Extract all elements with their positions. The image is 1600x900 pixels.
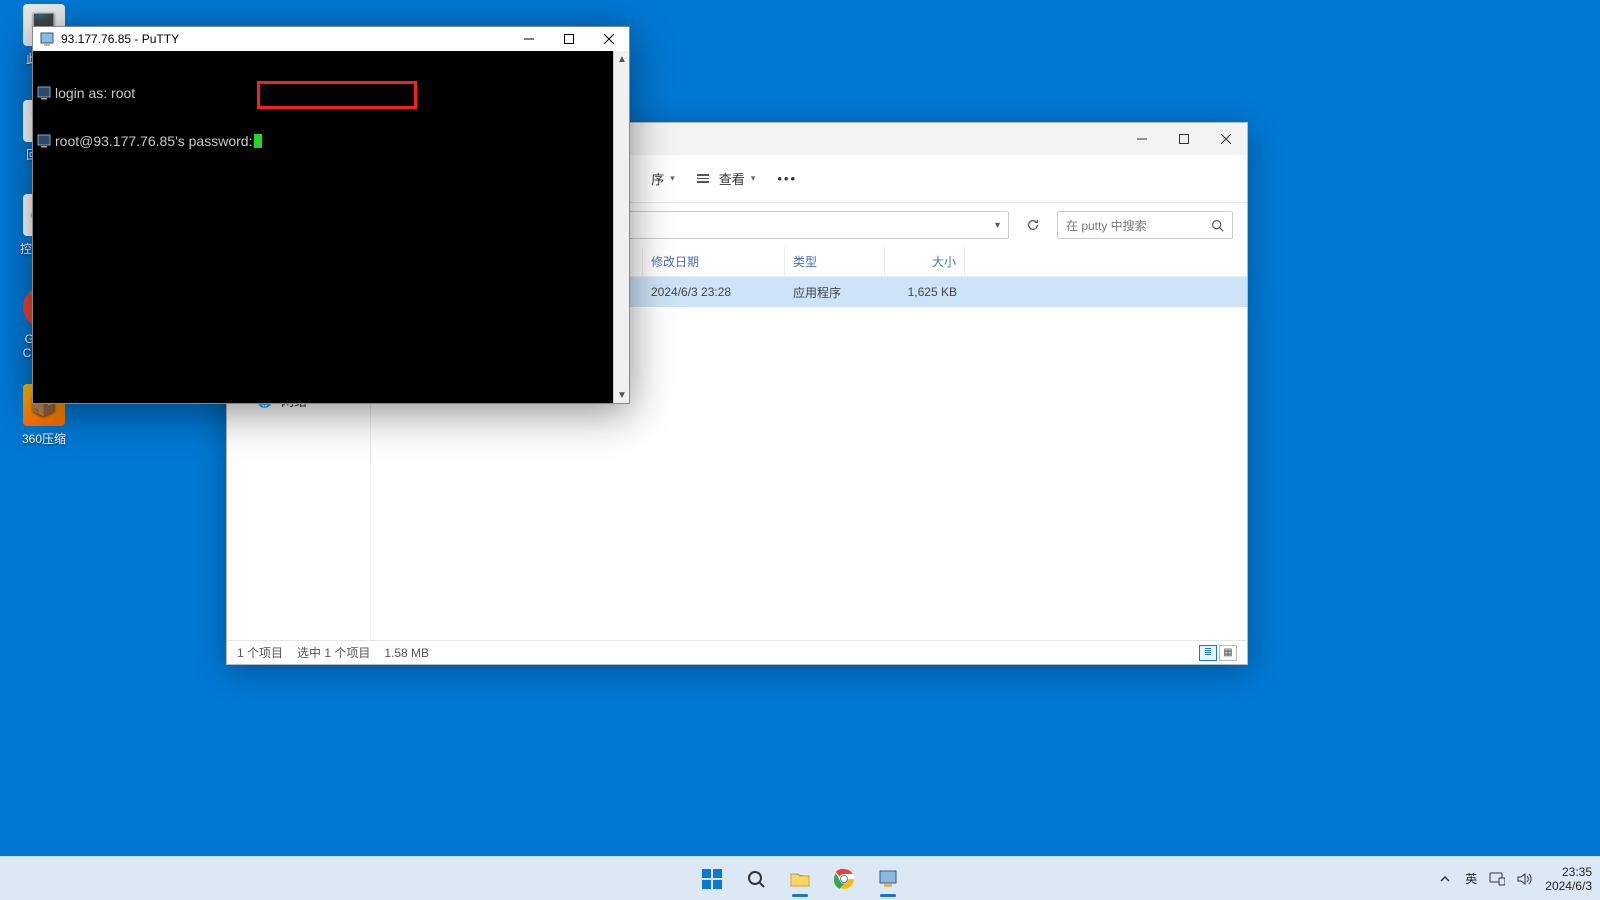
terminal-cursor bbox=[254, 134, 262, 148]
view-dropdown[interactable]: 查看 ▾ bbox=[689, 165, 764, 192]
putty-window: 93.177.76.85 - PuTTY login as: root root… bbox=[32, 26, 630, 404]
file-date: 2024/6/3 23:28 bbox=[643, 285, 785, 299]
search-input[interactable]: 在 putty 中搜索 bbox=[1057, 211, 1233, 239]
putty-prompt-icon bbox=[37, 86, 51, 100]
close-button[interactable] bbox=[1205, 123, 1247, 155]
taskbar-search[interactable] bbox=[736, 859, 776, 899]
putty-title-text: 93.177.76.85 - PuTTY bbox=[61, 32, 179, 46]
terminal-line: login as: root bbox=[55, 85, 135, 101]
file-size: 1,625 KB bbox=[885, 285, 965, 299]
clock-time: 23:35 bbox=[1545, 865, 1592, 879]
start-button[interactable] bbox=[692, 859, 732, 899]
view-label: 查看 bbox=[719, 169, 745, 188]
details-view-button[interactable]: ≣ bbox=[1199, 645, 1217, 661]
minimize-button[interactable] bbox=[1121, 123, 1163, 155]
network-icon[interactable] bbox=[1489, 871, 1505, 887]
taskbar-center bbox=[692, 857, 908, 900]
scroll-down-button[interactable]: ▼ bbox=[614, 387, 630, 403]
status-bar: 1 个项目 选中 1 个项目 1.58 MB ≣ ▦ bbox=[227, 640, 1247, 664]
col-date[interactable]: 修改日期 bbox=[643, 247, 785, 276]
system-tray: 英 23:35 2024/6/3 bbox=[1437, 857, 1592, 900]
tray-overflow-button[interactable] bbox=[1437, 871, 1453, 887]
taskbar: 英 23:35 2024/6/3 bbox=[0, 856, 1600, 900]
ime-indicator[interactable]: 英 bbox=[1465, 870, 1477, 887]
clock-date: 2024/6/3 bbox=[1545, 879, 1592, 893]
taskbar-clock[interactable]: 23:35 2024/6/3 bbox=[1545, 865, 1592, 893]
maximize-button[interactable] bbox=[549, 27, 589, 51]
desktop-icon-label: 360压缩 bbox=[5, 430, 83, 447]
chevron-down-icon: ▾ bbox=[670, 173, 675, 184]
more-button[interactable]: ••• bbox=[769, 167, 805, 190]
status-size: 1.58 MB bbox=[384, 646, 429, 660]
file-type: 应用程序 bbox=[785, 284, 885, 301]
taskbar-chrome[interactable] bbox=[824, 859, 864, 899]
col-size[interactable]: 大小 bbox=[885, 247, 965, 276]
terminal-line: root@93.177.76.85's password: bbox=[55, 133, 252, 149]
minimize-button[interactable] bbox=[509, 27, 549, 51]
list-icon bbox=[697, 174, 709, 183]
maximize-button[interactable] bbox=[1163, 123, 1205, 155]
taskbar-file-explorer[interactable] bbox=[780, 859, 820, 899]
search-placeholder: 在 putty 中搜索 bbox=[1066, 217, 1147, 234]
scroll-up-button[interactable]: ▲ bbox=[614, 51, 630, 67]
putty-titlebar[interactable]: 93.177.76.85 - PuTTY bbox=[33, 27, 629, 51]
scrollbar[interactable]: ▲ ▼ bbox=[613, 51, 629, 403]
col-type[interactable]: 类型 bbox=[785, 247, 885, 276]
close-button[interactable] bbox=[589, 27, 629, 51]
putty-icon bbox=[39, 31, 55, 47]
taskbar-putty[interactable] bbox=[868, 859, 908, 899]
putty-prompt-icon bbox=[37, 134, 51, 148]
thumbnails-view-button[interactable]: ▦ bbox=[1219, 645, 1237, 661]
sort-label: 序 bbox=[651, 169, 664, 188]
chevron-down-icon: ▾ bbox=[751, 173, 756, 184]
terminal[interactable]: login as: root root@93.177.76.85's passw… bbox=[33, 51, 613, 403]
status-count: 1 个项目 bbox=[237, 644, 283, 661]
sort-dropdown[interactable]: 序 ▾ bbox=[643, 165, 683, 192]
volume-icon[interactable] bbox=[1517, 871, 1533, 887]
status-selected: 选中 1 个项目 bbox=[297, 644, 370, 661]
search-icon bbox=[1211, 219, 1224, 232]
refresh-button[interactable] bbox=[1019, 211, 1047, 239]
chevron-down-icon: ▾ bbox=[995, 220, 1000, 231]
